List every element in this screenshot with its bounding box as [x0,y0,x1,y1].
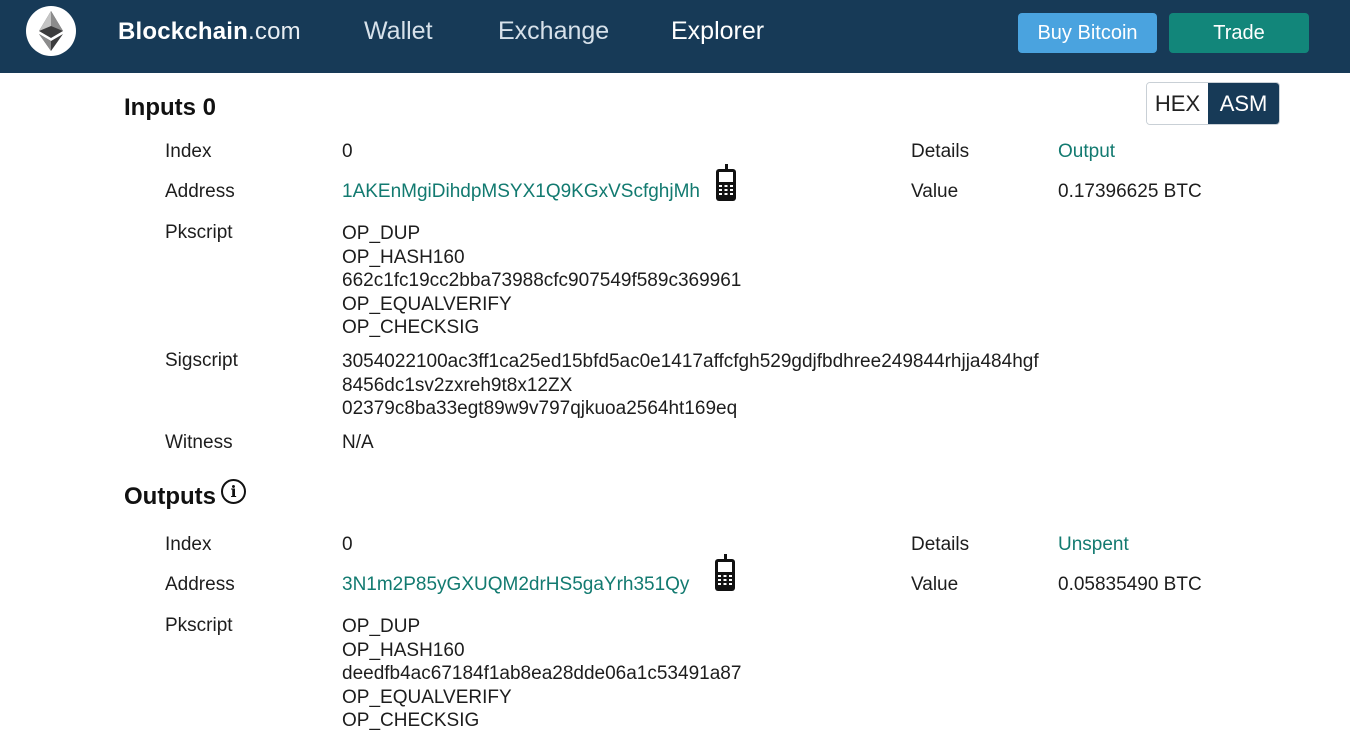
pkscript-line: OP_DUP [342,223,421,244]
output-value-label: Value [911,574,959,595]
output-pkscript-label: Pkscript [165,615,233,636]
nav-explorer[interactable]: Explorer [671,17,764,46]
inputs-heading: Inputs 0 [124,94,217,121]
script-format-toggle: HEX ASM [1146,82,1280,125]
top-navbar: Blockchain.com Wallet Exchange Explorer … [0,0,1350,73]
input-address-link[interactable]: 1AKEnMgiDihdpMSYX1Q9KGxVScfghjMh [342,181,700,203]
input-sigscript-label: Sigscript [165,350,238,371]
info-icon[interactable]: i [221,479,246,504]
input-value: 0.17396625 BTC [1058,181,1202,202]
output-index-label: Index [165,534,212,555]
input-sigscript-value: 3054022100ac3ff1ca25ed15bfd5ac0e1417affc… [342,350,1039,421]
brand-name[interactable]: Blockchain.com [118,18,301,46]
output-index-value: 0 [342,534,353,555]
pkscript-line: OP_EQUALVERIFY [342,686,512,708]
pkscript-line: OP_CHECKSIG [342,710,480,731]
pkscript-line: OP_HASH160 [342,639,465,661]
pkscript-line: OP_EQUALVERIFY [342,293,512,315]
pkscript-line: OP_HASH160 [342,246,465,268]
trade-button[interactable]: Trade [1169,13,1309,53]
output-pkscript-value: OP_DUP OP_HASH160 deedfb4ac67184f1ab8ea2… [342,615,741,733]
sigscript-line: 8456dc1sv2zxreh9t8x12ZX [342,374,573,396]
input-details-label: Details [911,141,970,162]
outputs-heading: Outputs [124,483,216,510]
pkscript-line: OP_DUP [342,616,421,637]
phone-icon[interactable] [714,554,736,597]
brand-suffix: .com [248,18,301,45]
hex-toggle-option[interactable]: HEX [1147,83,1209,124]
brand-bold: Blockchain [118,18,249,45]
output-address-label: Address [165,574,235,595]
ethereum-logo-icon[interactable] [26,6,76,56]
input-index-value: 0 [342,141,353,162]
input-address-label: Address [165,181,235,202]
input-details-link[interactable]: Output [1058,141,1115,163]
pkscript-line: OP_CHECKSIG [342,317,480,338]
output-address-link[interactable]: 3N1m2P85yGXUQM2drHS5gaYrh351Qy [342,574,689,596]
phone-icon[interactable] [715,164,737,207]
sigscript-line: 3054022100ac3ff1ca25ed15bfd5ac0e1417affc… [342,351,1039,372]
input-value-label: Value [911,181,959,202]
sigscript-line: 02379c8ba33egt89w9v797qjkuoa2564ht169eq [342,398,738,419]
input-witness-value: N/A [342,432,374,453]
asm-toggle-option[interactable]: ASM [1208,83,1279,124]
nav-exchange[interactable]: Exchange [498,17,609,46]
input-pkscript-label: Pkscript [165,222,233,243]
nav-wallet[interactable]: Wallet [364,17,433,46]
input-pkscript-value: OP_DUP OP_HASH160 662c1fc19cc2bba73988cf… [342,222,741,340]
pkscript-line: 662c1fc19cc2bba73988cfc907549f589c369961 [342,270,742,291]
input-witness-label: Witness [165,432,233,453]
pkscript-line: deedfb4ac67184f1ab8ea28dde06a1c53491a87 [342,663,742,684]
output-details-label: Details [911,534,970,555]
input-index-label: Index [165,141,212,162]
buy-bitcoin-button[interactable]: Buy Bitcoin [1018,13,1157,53]
output-value: 0.05835490 BTC [1058,574,1202,595]
output-details-link[interactable]: Unspent [1058,534,1129,556]
